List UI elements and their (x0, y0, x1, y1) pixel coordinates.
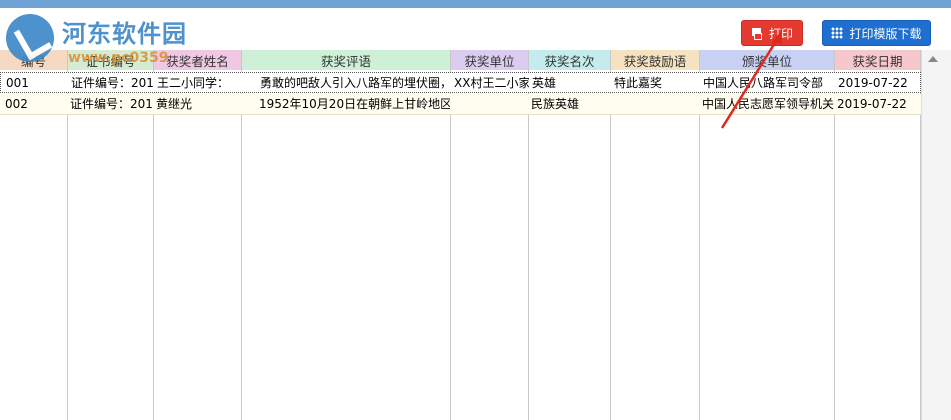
cell-encouragement[interactable] (610, 94, 699, 114)
grid-icon (831, 27, 844, 39)
cell-number[interactable]: 002 (2, 94, 67, 114)
column-header-issuing-unit[interactable]: 颁奖单位 (700, 50, 835, 70)
column-header-winner-name[interactable]: 获奖者姓名 (154, 50, 242, 70)
print-button-label: 打印 (768, 26, 793, 41)
vertical-scrollbar[interactable] (921, 50, 951, 420)
award-table[interactable]: 编号 证书编号 获奖者姓名 获奖评语 获奖单位 获奖名次 获奖鼓励语 颁奖单位 … (0, 50, 951, 420)
cell-award-rank[interactable]: 民族英雄 (528, 94, 610, 114)
cell-issuing-unit[interactable]: 中国人民八路军司令部 (700, 73, 835, 93)
column-divider (153, 70, 154, 420)
cell-award-date[interactable]: 2019-07-22 (834, 94, 920, 114)
cell-award-rank[interactable]: 英雄 (529, 73, 611, 93)
column-header-award-unit[interactable]: 获奖单位 (451, 50, 529, 70)
print-button[interactable]: 打印 (741, 20, 803, 46)
window-top-bar (0, 0, 951, 8)
table-row[interactable]: 001 证件编号：2019 王二小同学： 勇敢的吧敌人引入八路军的埋伏圈， XX… (0, 72, 921, 93)
cell-winner-name[interactable]: 王二小同学： (154, 73, 242, 93)
column-header-award-comment[interactable]: 获奖评语 (242, 50, 451, 70)
column-divider (67, 70, 68, 420)
cell-certificate-number[interactable]: 证件编号：2019 (67, 94, 153, 114)
watermark-title: 河东软件园 (62, 19, 187, 48)
column-header-certificate-number[interactable]: 证书编号 (68, 50, 154, 70)
column-divider (528, 70, 529, 420)
cell-issuing-unit[interactable]: 中国人民志愿军领导机关 (699, 94, 834, 114)
column-divider (610, 70, 611, 420)
cell-certificate-number[interactable]: 证件编号：2019 (68, 73, 154, 93)
cell-winner-name[interactable]: 黄继光 (153, 94, 241, 114)
printer-icon (751, 27, 763, 40)
cell-award-unit[interactable]: XX村王二小家 (451, 73, 529, 93)
cell-award-unit[interactable] (450, 94, 528, 114)
cell-encouragement[interactable]: 特此嘉奖 (611, 73, 700, 93)
cell-award-comment[interactable]: 勇敢的吧敌人引入八路军的埋伏圈， (242, 73, 451, 93)
column-header-encouragement[interactable]: 获奖鼓励语 (611, 50, 700, 70)
column-divider (450, 70, 451, 420)
cell-award-comment[interactable]: 1952年10月20日在朝鲜上甘岭地区 (241, 94, 450, 114)
scroll-up-arrow-icon[interactable] (928, 56, 938, 62)
print-template-download-label: 打印模版下载 (849, 26, 922, 41)
column-header-number[interactable]: 编号 (0, 50, 68, 70)
column-header-award-rank[interactable]: 获奖名次 (529, 50, 611, 70)
cell-number[interactable]: 001 (3, 73, 68, 93)
column-header-award-date[interactable]: 获奖日期 (835, 50, 921, 70)
column-divider (699, 70, 700, 420)
print-template-download-button[interactable]: 打印模版下载 (822, 20, 931, 46)
column-divider (241, 70, 242, 420)
column-divider (834, 70, 835, 420)
cell-award-date[interactable]: 2019-07-22 (835, 73, 921, 93)
table-row[interactable]: 002 证件编号：2019 黄继光 1952年10月20日在朝鲜上甘岭地区 民族… (0, 94, 921, 115)
